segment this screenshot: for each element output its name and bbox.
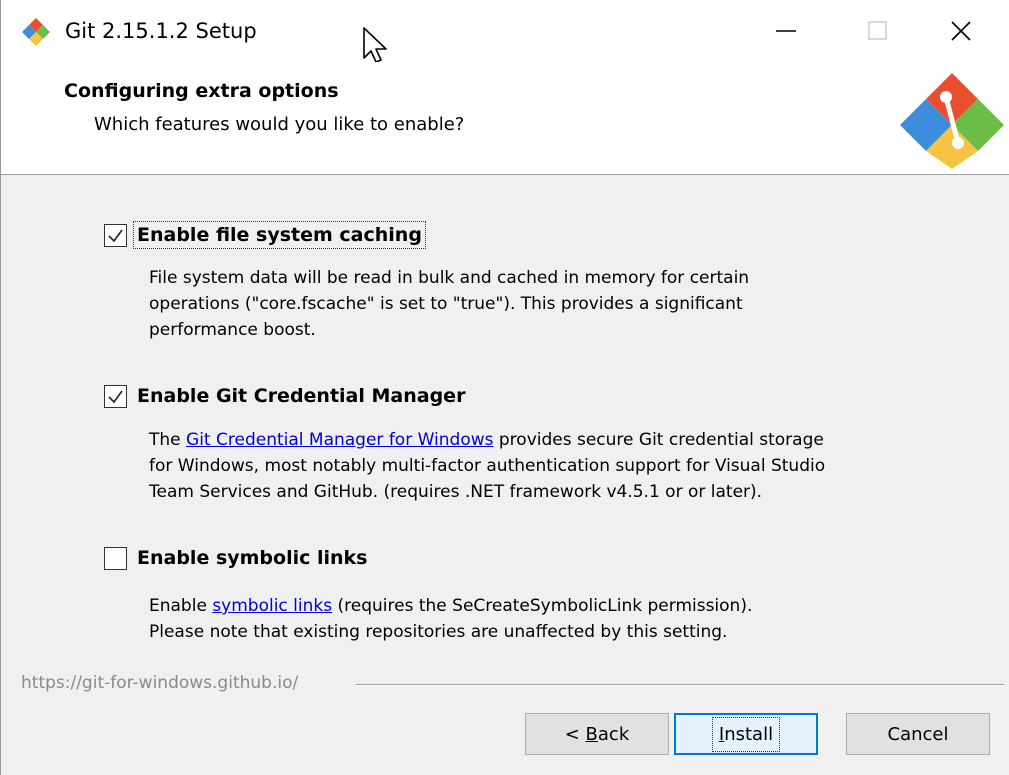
desc-text: Enable: [149, 596, 213, 616]
setup-window: Git 2.15.1.2 Setup Configuring extra opt…: [0, 0, 1009, 775]
desc-line: The Git Credential Manager for Windows p…: [149, 427, 949, 453]
fscache-checkbox[interactable]: [104, 223, 127, 247]
back-label: < Back: [565, 724, 630, 745]
symbolic-links-label[interactable]: Enable symbolic links: [135, 546, 370, 570]
desc-line: operations ("core.fscache" is set to "tr…: [149, 294, 743, 314]
install-label: Install: [711, 716, 781, 752]
install-rest: nstall: [724, 723, 774, 745]
option-file-system-caching[interactable]: Enable file system caching: [104, 220, 426, 250]
checkmark-icon: [108, 229, 123, 242]
git-app-icon: [22, 18, 50, 46]
option-symbolic-links[interactable]: Enable symbolic links: [104, 543, 370, 573]
desc-text: (requires the SeCreateSymbolicLink permi…: [332, 596, 753, 616]
git-logo: [900, 73, 1004, 169]
desc-line: Team Services and GitHub. (requires .NET…: [149, 482, 763, 502]
page-subtitle: Which features would you like to enable?: [94, 114, 465, 135]
desc-line: performance boost.: [149, 320, 316, 340]
title-bar[interactable]: Git 2.15.1.2 Setup: [1, 0, 1009, 63]
desc-line: for Windows, most notably multi-factor a…: [149, 456, 826, 476]
desc-line: Please note that existing repositories a…: [149, 622, 728, 642]
wizard-header: Configuring extra options Which features…: [1, 62, 1009, 175]
url-separator: https://git-for-windows.github.io/: [1, 673, 1009, 693]
desc-text: The: [149, 430, 187, 450]
back-rest: ack: [597, 723, 630, 745]
separator-line: [356, 684, 1004, 686]
credential-manager-description: The Git Credential Manager for Windows p…: [149, 427, 949, 505]
credential-manager-label[interactable]: Enable Git Credential Manager: [135, 384, 467, 408]
symbolic-links-description: Enable symbolic links (requires the SeCr…: [149, 593, 949, 645]
credential-manager-checkbox[interactable]: [104, 384, 127, 408]
window-title: Git 2.15.1.2 Setup: [65, 19, 257, 43]
cancel-button[interactable]: Cancel: [846, 713, 990, 755]
page-title: Configuring extra options: [64, 80, 339, 102]
cancel-label: Cancel: [887, 723, 949, 745]
back-accelerator: B: [585, 723, 598, 745]
git-credential-manager-link[interactable]: Git Credential Manager for Windows: [186, 430, 493, 450]
fscache-label[interactable]: Enable file system caching: [133, 221, 426, 249]
desc-line: File system data will be read in bulk an…: [149, 268, 750, 288]
close-button[interactable]: [926, 4, 996, 58]
fscache-description: File system data will be read in bulk an…: [149, 265, 949, 343]
maximize-button[interactable]: [843, 4, 913, 58]
minimize-button[interactable]: [751, 4, 821, 58]
back-button[interactable]: < Back: [525, 713, 669, 755]
minimize-icon: [776, 30, 796, 32]
mouse-pointer-icon: [363, 27, 387, 63]
back-prefix: <: [564, 723, 586, 745]
symbolic-links-link[interactable]: symbolic links: [212, 596, 332, 616]
maximize-icon: [868, 21, 887, 40]
desc-text: provides secure Git credential storage: [493, 430, 824, 450]
desc-line: Enable symbolic links (requires the SeCr…: [149, 593, 949, 619]
checkmark-icon: [108, 390, 123, 403]
project-url: https://git-for-windows.github.io/: [21, 673, 299, 693]
option-git-credential-manager[interactable]: Enable Git Credential Manager: [104, 381, 467, 411]
symbolic-links-checkbox[interactable]: [104, 546, 127, 570]
close-icon: [951, 21, 971, 41]
install-button[interactable]: Install: [674, 713, 818, 755]
